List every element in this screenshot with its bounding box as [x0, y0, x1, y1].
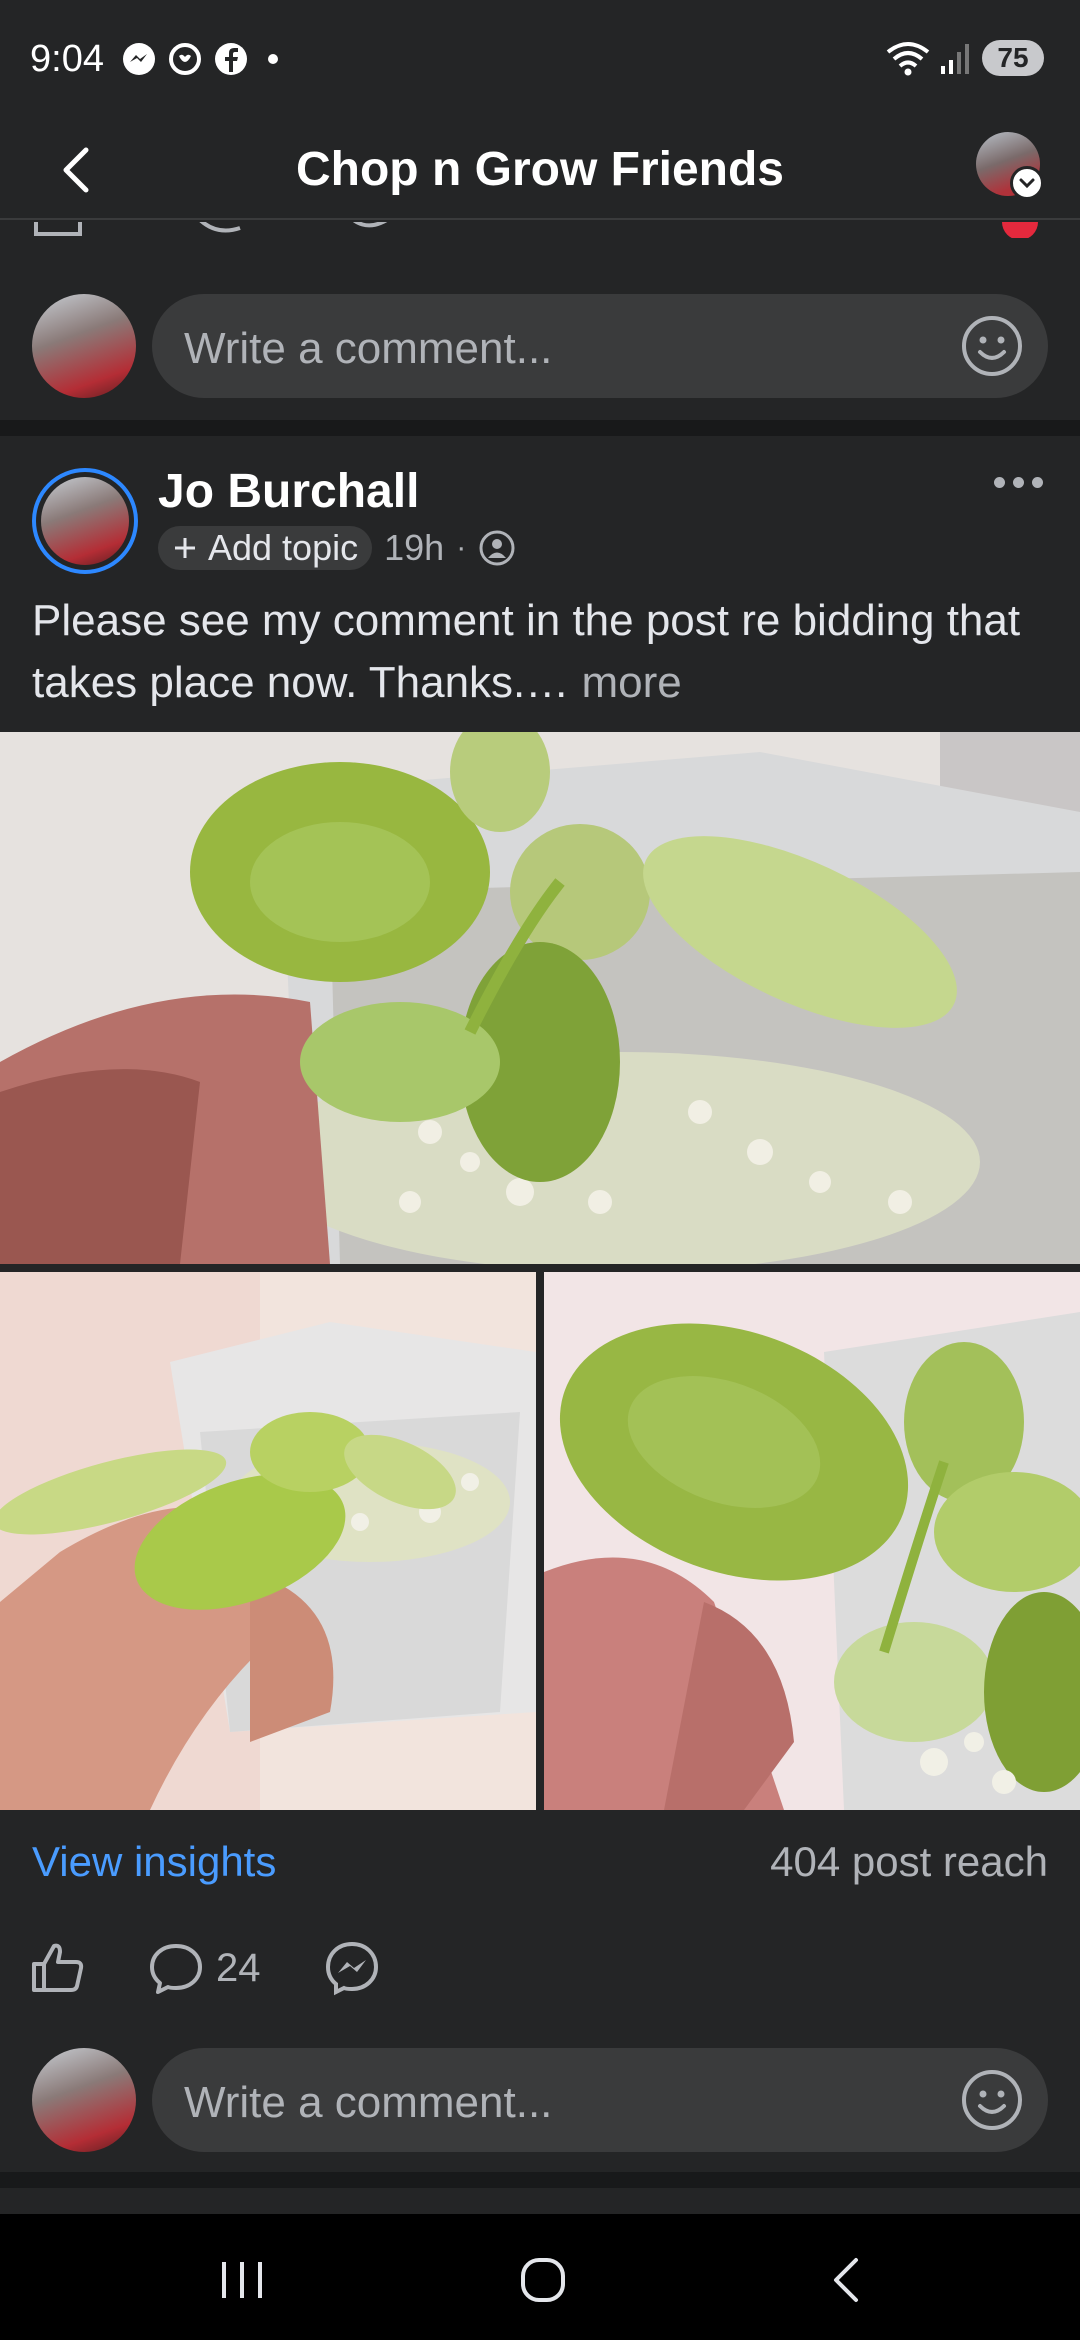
comment-placeholder: Write a comment... [184, 324, 553, 373]
user-avatar [32, 2048, 136, 2152]
see-more-link[interactable]: more [582, 658, 682, 707]
post-divider [0, 420, 1080, 436]
status-time: 9:04 [30, 38, 104, 80]
notification-badge [1000, 222, 1040, 238]
comment-placeholder: Write a comment... [184, 2078, 553, 2127]
author-avatar[interactable] [32, 468, 138, 574]
post-body: Please see my comment in the post re bid… [32, 590, 1052, 714]
author-name[interactable]: Jo Burchall [158, 464, 419, 519]
dot [1013, 476, 1024, 488]
chevron-down-icon[interactable] [1010, 166, 1044, 200]
page-title: Chop n Grow Friends [296, 143, 784, 196]
previous-post-actions[interactable] [30, 222, 410, 238]
recent-apps-icon[interactable] [202, 2250, 282, 2310]
status-system-icons: 75 [886, 40, 1044, 76]
like-icon [32, 1943, 84, 1992]
dot [1032, 476, 1043, 488]
signal-icon [941, 44, 969, 74]
group-header: Chop n Grow Friends [0, 120, 1080, 220]
wifi-icon [886, 42, 930, 76]
comment-input[interactable]: Write a comment... [152, 294, 1048, 398]
user-avatar [32, 294, 136, 398]
view-insights-link[interactable]: View insights [32, 1838, 276, 1886]
emoji-icon[interactable] [960, 2068, 1024, 2132]
post-divider [0, 2172, 1080, 2188]
comment-count: 24 [216, 1945, 261, 1990]
dot [994, 476, 1005, 488]
like-button[interactable] [30, 1940, 86, 1996]
post-options-button[interactable] [994, 472, 1050, 492]
post-time[interactable]: 19h [384, 527, 444, 569]
system-navigation-bar [0, 2214, 1080, 2340]
messenger-icon [325, 1941, 379, 1996]
send-in-messenger-button[interactable] [324, 1940, 380, 1996]
add-topic-label: Add topic [208, 527, 359, 568]
comment-composer: Write a comment... [0, 2034, 1080, 2154]
post-photo-main[interactable] [0, 732, 1080, 1264]
post-photo-2[interactable] [0, 1272, 536, 1810]
plus-icon [175, 538, 195, 558]
post-text: Please see my comment in the post re bid… [32, 596, 1021, 707]
comment-input[interactable]: Write a comment... [152, 2048, 1048, 2152]
post-insights: View insights 404 post reach [0, 1820, 1080, 1900]
post-actions: 24 [0, 1930, 1080, 2010]
author-avatar-image [41, 477, 129, 565]
emoji-icon[interactable] [960, 314, 1024, 378]
post-meta: Add topic 19h · [158, 526, 516, 570]
add-topic-button[interactable]: Add topic [158, 526, 373, 570]
notification-icon [169, 43, 201, 75]
previous-post-footer: Write a comment... [0, 222, 1080, 422]
status-bar: 9:04 75 [0, 0, 1080, 120]
post-reach: 404 post reach [770, 1838, 1048, 1885]
facebook-icon [215, 43, 247, 75]
post-header: Jo Burchall Add topic 19h · [0, 438, 1080, 588]
battery-icon: 75 [982, 40, 1044, 76]
comment-composer: Write a comment... [0, 280, 1080, 400]
members-privacy-icon [479, 530, 515, 566]
back-icon[interactable] [806, 2250, 886, 2310]
status-notification-icons [122, 42, 278, 76]
post-photo-3[interactable] [544, 1272, 1080, 1810]
messenger-icon [123, 43, 155, 75]
status-dot [268, 54, 278, 64]
comment-icon [150, 1944, 202, 1994]
home-icon[interactable] [503, 2250, 583, 2310]
comment-button[interactable]: 24 [148, 1940, 261, 1996]
meta-separator: · [456, 531, 467, 564]
